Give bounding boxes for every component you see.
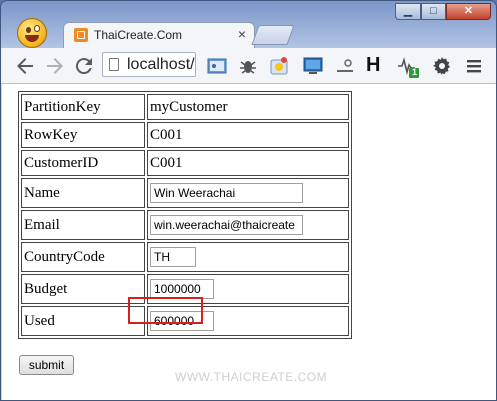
screen-icon[interactable] <box>303 56 323 76</box>
partitionkey-value: myCustomer <box>147 94 349 120</box>
close-window-button[interactable]: ✕ <box>446 3 491 20</box>
url-text: localhost/ <box>127 56 195 73</box>
table-row: Used <box>21 306 349 336</box>
rowkey-label: RowKey <box>21 122 145 148</box>
new-tab-button[interactable] <box>251 25 295 45</box>
reload-icon[interactable] <box>72 54 96 78</box>
ducky-icon[interactable] <box>269 56 289 76</box>
email-label: Email <box>21 210 145 240</box>
minimize-button[interactable]: ▁ <box>395 3 421 20</box>
table-row: Name <box>21 178 349 208</box>
name-input[interactable] <box>150 183 303 203</box>
used-label: Used <box>21 306 145 336</box>
h-icon[interactable]: H <box>366 53 386 76</box>
browser-toolbar: localhost/ H 1 <box>1 48 496 84</box>
budget-label: Budget <box>21 274 145 304</box>
used-input[interactable] <box>150 311 214 331</box>
customer-form-table: PartitionKey myCustomer RowKey C001 Cust… <box>18 91 352 339</box>
back-arrow-icon[interactable] <box>13 54 37 78</box>
name-label: Name <box>21 178 145 208</box>
settings-gear-icon[interactable] <box>432 56 452 76</box>
maximize-button[interactable]: □ <box>421 3 446 20</box>
browser-tab[interactable]: ThaiCreate.Com × <box>63 22 255 49</box>
table-row: CustomerID C001 <box>21 150 349 176</box>
countrycode-input[interactable] <box>150 247 196 267</box>
submit-button[interactable]: submit <box>19 355 74 375</box>
partitionkey-label: PartitionKey <box>21 94 145 120</box>
table-row: Email <box>21 210 349 240</box>
table-row: CountryCode <box>21 242 349 272</box>
badge-count: 1 <box>412 67 418 77</box>
profile-avatar-icon[interactable] <box>17 18 47 48</box>
browser-window: ThaiCreate.Com × ▁ □ ✕ localhost/ H 1 Pa… <box>0 0 497 401</box>
page-icon <box>109 58 119 71</box>
pulse-badge-icon[interactable]: 1 <box>397 56 419 78</box>
customerid-value: C001 <box>147 150 349 176</box>
table-row: PartitionKey myCustomer <box>21 94 349 120</box>
table-row: Budget <box>21 274 349 304</box>
forward-arrow-icon[interactable] <box>43 54 67 78</box>
favicon-icon <box>74 28 88 42</box>
tab-close-icon[interactable]: × <box>238 26 246 42</box>
customerid-label: CustomerID <box>21 150 145 176</box>
watermark: WWW.THAICREATE.COM <box>175 370 328 384</box>
picture-icon[interactable] <box>207 56 227 76</box>
bug-icon[interactable] <box>238 56 258 76</box>
countrycode-label: CountryCode <box>21 242 145 272</box>
menu-icon[interactable] <box>464 56 484 76</box>
budget-input[interactable] <box>150 279 214 299</box>
rowkey-value: C001 <box>147 122 349 148</box>
address-bar[interactable]: localhost/ <box>102 52 196 77</box>
tab-title: ThaiCreate.Com <box>94 28 183 42</box>
email-input[interactable] <box>150 215 303 235</box>
table-row: RowKey C001 <box>21 122 349 148</box>
page-content: PartitionKey myCustomer RowKey C001 Cust… <box>2 84 496 400</box>
gear-line-icon[interactable] <box>335 56 355 76</box>
